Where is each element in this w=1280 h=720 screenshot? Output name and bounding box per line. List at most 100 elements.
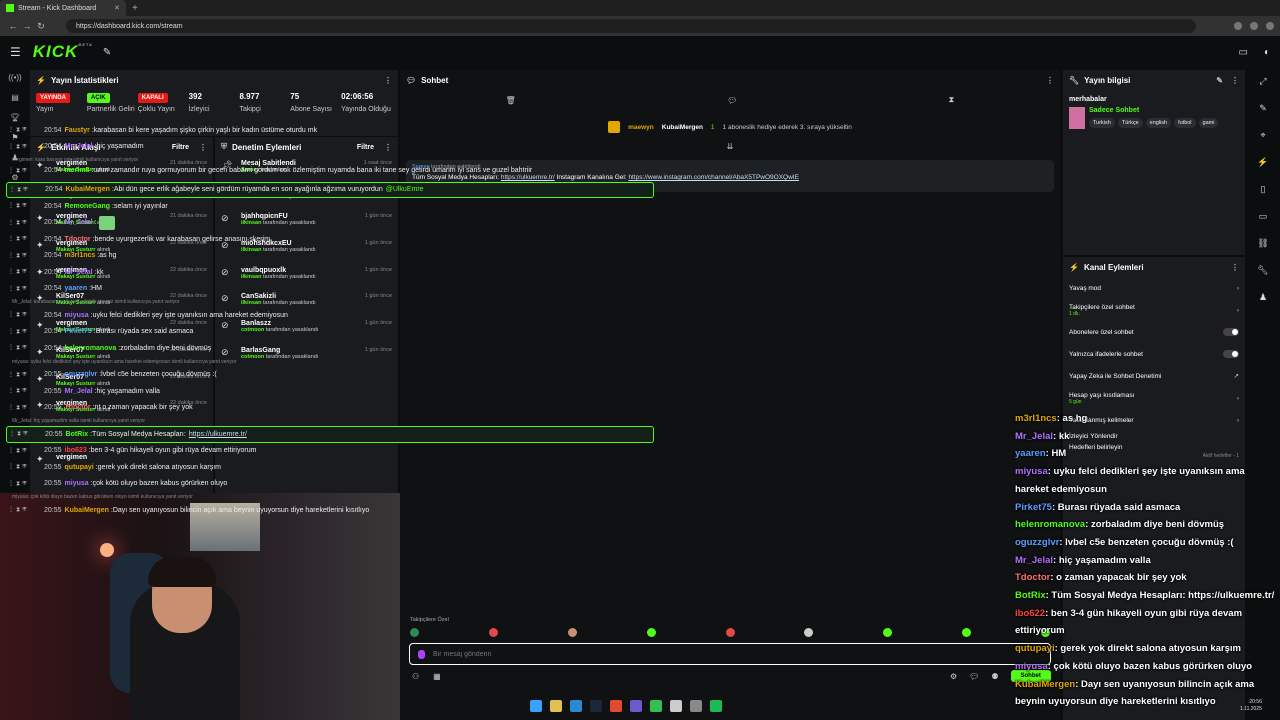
toggle-switch[interactable] [1223,350,1239,358]
extension-icon[interactable] [1234,22,1242,30]
chat-message[interactable]: ⋮⧗⛨ 20:54 helenromanova: zorbaladım diye b… [6,340,654,357]
more-icon[interactable]: ⋮ [1231,76,1239,85]
wrench-icon[interactable]: 🔧︎ [1246,257,1280,284]
new-tab-icon[interactable]: + [132,3,138,14]
chat-message[interactable]: ⋮⧗⛨ 20:55 KubaiMergen: Dayı sen uyanıyosun… [6,502,654,519]
chat-message[interactable]: ⋮⧗⛨ 20:54 Tdoctor: bende uyurgezerlik var … [6,231,654,248]
message-username[interactable]: KubaiMergen [66,186,110,193]
chat-message[interactable]: ⋮⧗⛨ 20:55 Tdoctor: nt o zaman yapacak bir … [6,400,654,417]
community-icon[interactable]: ♟ [1246,284,1280,311]
message-mod-actions-icon[interactable]: ⋮⧗⛨ [8,344,44,352]
message-username[interactable]: Tdoctor [65,236,91,243]
emote-icon[interactable] [567,628,577,637]
chat-message[interactable]: ⋮⧗⛨ 20:55 Mr_Jelal: hiç yaşamadım valla [6,383,654,400]
kick-app-icon[interactable]: ◐ [1264,47,1270,58]
message-username[interactable]: RemoneGang [65,203,111,210]
opera-icon[interactable] [610,700,622,712]
app-icon[interactable] [690,700,702,712]
chat-message[interactable]: ⋮⧗⛨ 20:54 yaaren: HM [6,281,654,298]
message-username[interactable]: Pirket75 [65,328,92,335]
chat-input-box[interactable] [409,643,1051,665]
channel-action-row[interactable]: Takipçilere özel sohbet 1 dk. › [1063,299,1245,321]
message-mod-actions-icon[interactable]: ⋮⧗⛨ [8,143,44,151]
obs-icon[interactable] [670,700,682,712]
pin-icon[interactable]: ✎ [103,47,111,58]
kick-logo[interactable]: KICKBETA [33,42,93,62]
link-icon[interactable]: ⛓ [1246,230,1280,257]
calendar-icon[interactable]: ▦ [433,672,441,681]
message-mod-actions-icon[interactable]: ⋮⧗⛨ [9,186,45,194]
message-mod-actions-icon[interactable]: ⋮⧗⛨ [8,328,44,336]
microphone-icon[interactable] [418,649,425,659]
message-username[interactable]: KubaiMergen [65,507,109,514]
file-explorer-icon[interactable] [550,700,562,712]
chat-message[interactable]: ⋮⧗⛨ 20:54 Faustyr: karabasan bi kere yaşad… [6,122,654,139]
message-mod-actions-icon[interactable]: ⋮⧗⛨ [8,480,44,488]
expand-icon[interactable]: ⤢ [1246,68,1280,95]
chat-message[interactable]: ⋮⧗⛨ 20:54 Pirket75: Burası rüyada sex said… [6,324,654,341]
bookmark-icon[interactable] [1250,22,1258,30]
channel-action-row[interactable]: Yalnızca ifadelerle sohbet [1063,343,1245,365]
chevron-right-icon[interactable]: › [1237,285,1239,292]
emote-icon[interactable] [962,628,972,637]
message-mod-actions-icon[interactable]: ⋮⧗⛨ [8,252,44,260]
chat-input[interactable] [433,650,993,658]
message-mod-actions-icon[interactable]: ⋮⧗⛨ [8,311,44,319]
message-mod-actions-icon[interactable]: ⋮⧗⛨ [8,387,44,395]
message-mod-actions-icon[interactable]: ⋮⧗⛨ [8,404,44,412]
target-icon[interactable]: ⌖ [1246,122,1280,149]
emote-icon[interactable] [488,628,498,637]
chat-message[interactable]: ⋮⧗⛨ 20:54 Mr_Jelal: [6,215,654,232]
message-username[interactable]: helenromanova [65,345,117,352]
chat-message[interactable]: ⋮⧗⛨ 20:55 miyusa: çok kötü oluyo bazen kab… [6,476,654,493]
channel-action-row[interactable]: Hesap yaşı kısıtlaması 5 gün › [1063,387,1245,409]
chevron-right-icon[interactable]: › [1237,395,1239,402]
edit-icon[interactable]: ✎ [1216,76,1223,85]
emote-icon[interactable] [410,628,419,637]
close-tab-icon[interactable]: ✕ [114,4,120,12]
discord-icon[interactable] [630,700,642,712]
emote-icon[interactable] [646,628,656,637]
message-username[interactable]: Mr_Jelal [65,143,93,150]
message-username[interactable]: ibo623 [65,447,87,454]
hourglass-icon[interactable]: ⧗ [949,95,955,105]
chat-message[interactable]: ⋮⧗⛨ 20:54 Mr_Jelal: hiç yaşamadım [6,139,654,156]
message-link[interactable]: https://ulkuemre.tr/ [189,431,247,438]
whatsapp-icon[interactable] [650,700,662,712]
external-link-icon[interactable]: ↗ [1234,372,1239,380]
toggle-switch[interactable] [1223,328,1239,336]
message-mod-actions-icon[interactable]: ⋮⧗⛨ [8,235,44,243]
menu-icon[interactable]: ☰ [10,45,21,59]
steam-icon[interactable] [590,700,602,712]
chat-bubble-icon[interactable]: 💬︎ [969,672,979,681]
settings-icon[interactable]: ⚙ [950,672,957,681]
stream-category[interactable]: Sadece Sohbet [1089,107,1218,114]
chat-message[interactable]: ⋮⧗⛨ 20:54 Mr_Jelal: kk [6,264,654,281]
dashboard-icon[interactable]: ▤ [0,88,30,108]
message-mod-actions-icon[interactable]: ⋮⧗⛨ [8,447,44,455]
message-username[interactable]: Mr_Jelal [65,388,93,395]
browser-tab[interactable]: Stream - Kick Dashboard ✕ [0,0,126,16]
message-username[interactable]: Mr_Jelal [65,219,93,226]
back-icon[interactable]: ← [6,21,20,31]
gift-icon[interactable]: ⚉ [991,672,998,681]
channel-action-row[interactable]: Abonelere özel sohbet [1063,321,1245,343]
message-username[interactable]: Tdoctor [65,404,91,411]
stream-icon[interactable]: ((•)) [0,68,30,88]
message-mod-actions-icon[interactable]: ⋮⧗⛨ [8,126,44,134]
edit-icon[interactable]: ✎ [1246,95,1280,122]
pinned-link[interactable]: https://www.instagram.com/channel/AbaX5T… [628,174,799,181]
edge-icon[interactable] [570,700,582,712]
trash-icon[interactable]: 🗑︎ [506,96,516,105]
chat-message[interactable]: ⋮⧗⛨ 20:54 RemoneGang: selam iyi yayınlar [6,198,654,215]
emote-picker-icon[interactable]: ⚇ [412,672,419,681]
message-mod-actions-icon[interactable]: ⋮⧗⛨ [8,268,44,276]
message-username[interactable]: miyusa [65,480,89,487]
chat-message[interactable]: ⋮⧗⛨ 20:54 KubaiMergen: Abi dün gece erlik … [6,181,654,198]
emote-icon[interactable] [804,628,814,637]
message-mod-actions-icon[interactable]: ⋮⧗⛨ [9,430,45,438]
url-field[interactable]: https://dashboard.kick.com/stream [66,19,1196,33]
message-username[interactable]: BotRix [66,431,89,438]
chat-message[interactable]: ⋮⧗⛨ 20:55 BotRix: Tüm Sosyal Medya Hesapla… [6,426,654,443]
windows-start-icon[interactable] [530,700,542,712]
